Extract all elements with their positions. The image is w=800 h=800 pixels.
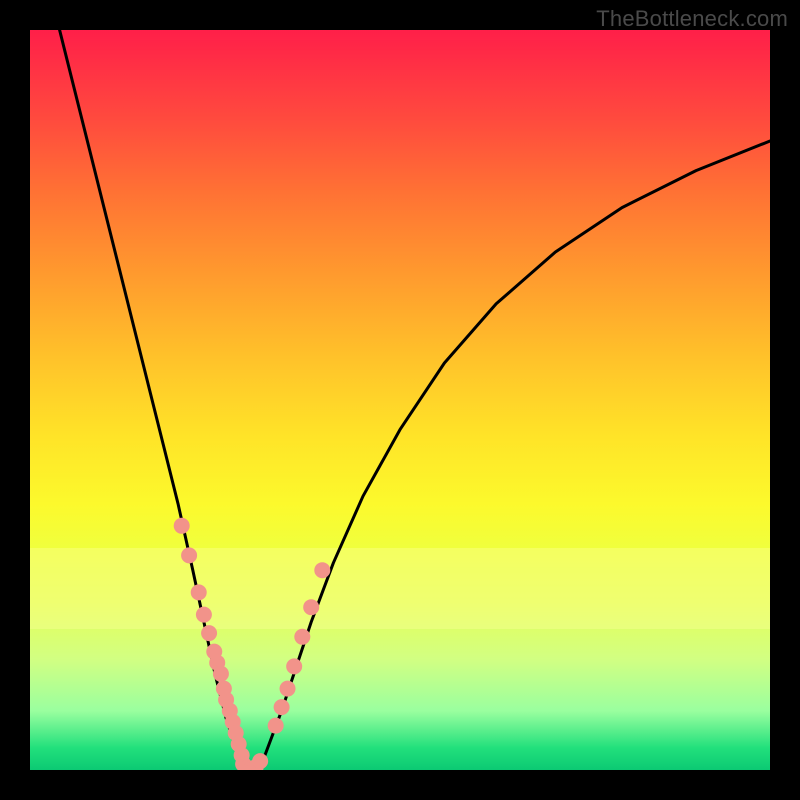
data-point xyxy=(314,562,330,578)
data-point xyxy=(252,753,268,769)
lines-layer xyxy=(60,30,770,770)
points-layer xyxy=(174,518,331,770)
data-point xyxy=(294,629,310,645)
data-point xyxy=(303,599,319,615)
data-point xyxy=(191,584,207,600)
plot-area xyxy=(30,30,770,770)
data-point xyxy=(280,681,296,697)
chart-svg xyxy=(30,30,770,770)
data-point xyxy=(268,718,284,734)
data-point xyxy=(201,625,217,641)
series-right-curve xyxy=(259,141,770,770)
chart-frame: TheBottleneck.com xyxy=(0,0,800,800)
data-point xyxy=(286,658,302,674)
data-point xyxy=(174,518,190,534)
data-point xyxy=(274,699,290,715)
watermark-text: TheBottleneck.com xyxy=(596,6,788,32)
data-point xyxy=(213,666,229,682)
data-point xyxy=(181,547,197,563)
data-point xyxy=(196,607,212,623)
